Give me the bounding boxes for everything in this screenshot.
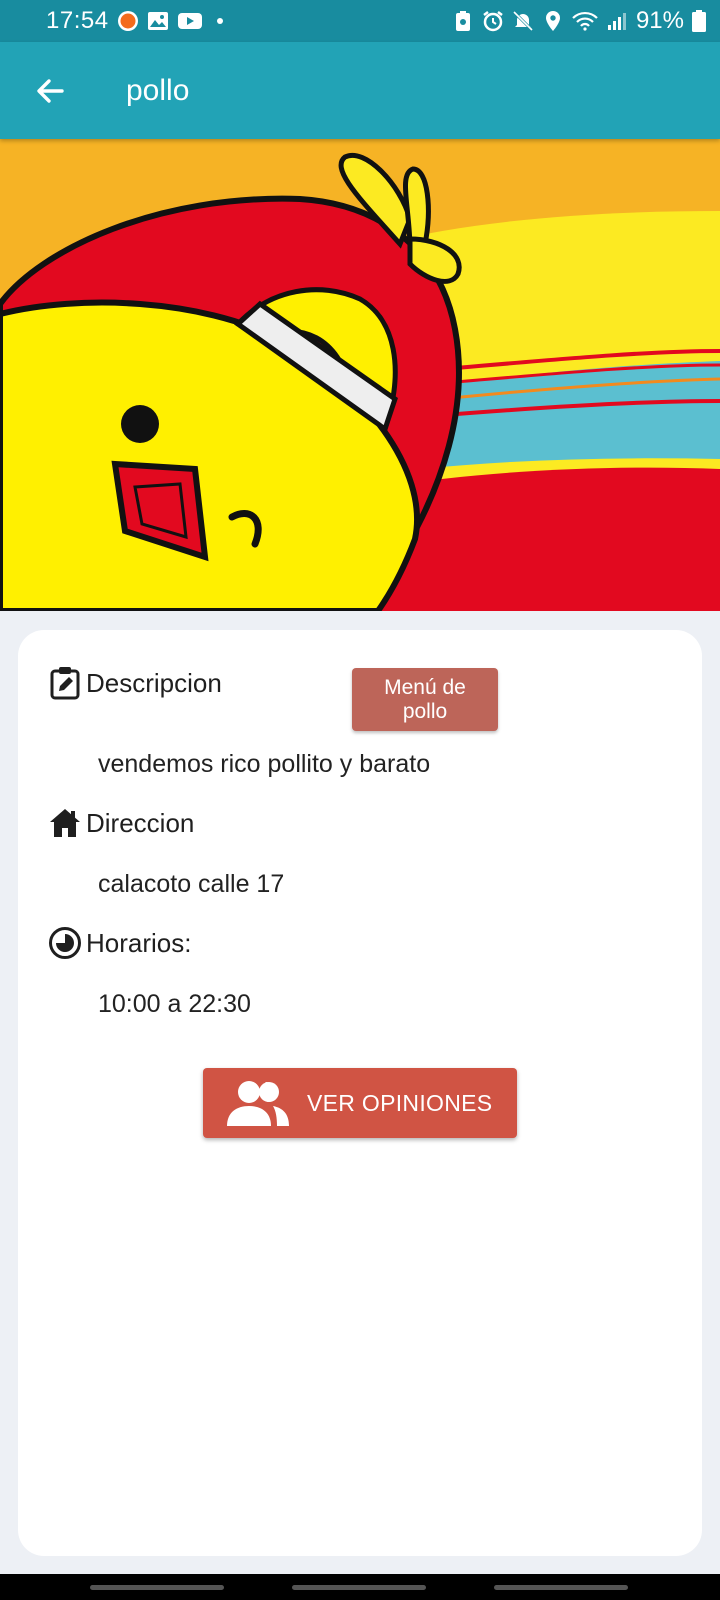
battery-percent: 91% bbox=[635, 7, 684, 34]
hours-label: Horarios: bbox=[86, 927, 192, 958]
page-title: pollo bbox=[126, 73, 190, 107]
arrow-left-icon bbox=[37, 78, 64, 103]
hero-banner bbox=[0, 139, 720, 611]
description-label: Descripcion bbox=[86, 667, 222, 698]
details-card: Descripcion Menú de pollo vendemos rico … bbox=[18, 630, 702, 1556]
address-label: Direccion bbox=[86, 807, 195, 838]
clock-icon bbox=[48, 926, 82, 960]
dot-icon bbox=[216, 18, 223, 24]
status-bar: 17:54 91% bbox=[0, 0, 720, 42]
nav-back-handle[interactable] bbox=[494, 1585, 628, 1590]
alarm-icon bbox=[483, 11, 503, 32]
people-icon bbox=[227, 1081, 289, 1126]
description-header: Descripcion bbox=[48, 666, 222, 700]
wifi-icon bbox=[572, 11, 598, 31]
mute-icon bbox=[512, 10, 534, 32]
address-header: Direccion bbox=[48, 806, 194, 840]
app-bar: pollo bbox=[0, 42, 720, 139]
system-nav-bar bbox=[0, 1574, 720, 1600]
nav-home-handle[interactable] bbox=[292, 1585, 426, 1590]
view-opinions-button[interactable]: VER OPINIONES bbox=[203, 1068, 517, 1138]
chick-mascot-image bbox=[0, 139, 720, 611]
location-icon bbox=[545, 11, 560, 31]
gallery-icon bbox=[147, 12, 168, 30]
view-opinions-label: VER OPINIONES bbox=[307, 1089, 493, 1116]
description-value: vendemos rico pollito y barato bbox=[98, 750, 431, 778]
menu-button[interactable]: Menú de pollo bbox=[352, 668, 498, 731]
address-value: calacoto calle 17 bbox=[98, 870, 285, 898]
app-notification-icon bbox=[117, 11, 138, 31]
clipboard-edit-icon bbox=[48, 666, 82, 700]
back-button[interactable] bbox=[26, 67, 74, 115]
youtube-icon bbox=[177, 13, 202, 29]
signal-icon bbox=[607, 13, 626, 30]
battery-icon bbox=[692, 10, 706, 32]
nav-recents-handle[interactable] bbox=[90, 1585, 224, 1590]
house-icon bbox=[48, 806, 82, 840]
hours-header: Horarios: bbox=[48, 926, 191, 960]
status-time: 17:54 bbox=[46, 7, 109, 34]
battery-saver-icon bbox=[455, 11, 470, 31]
hours-value: 10:00 a 22:30 bbox=[98, 990, 251, 1018]
